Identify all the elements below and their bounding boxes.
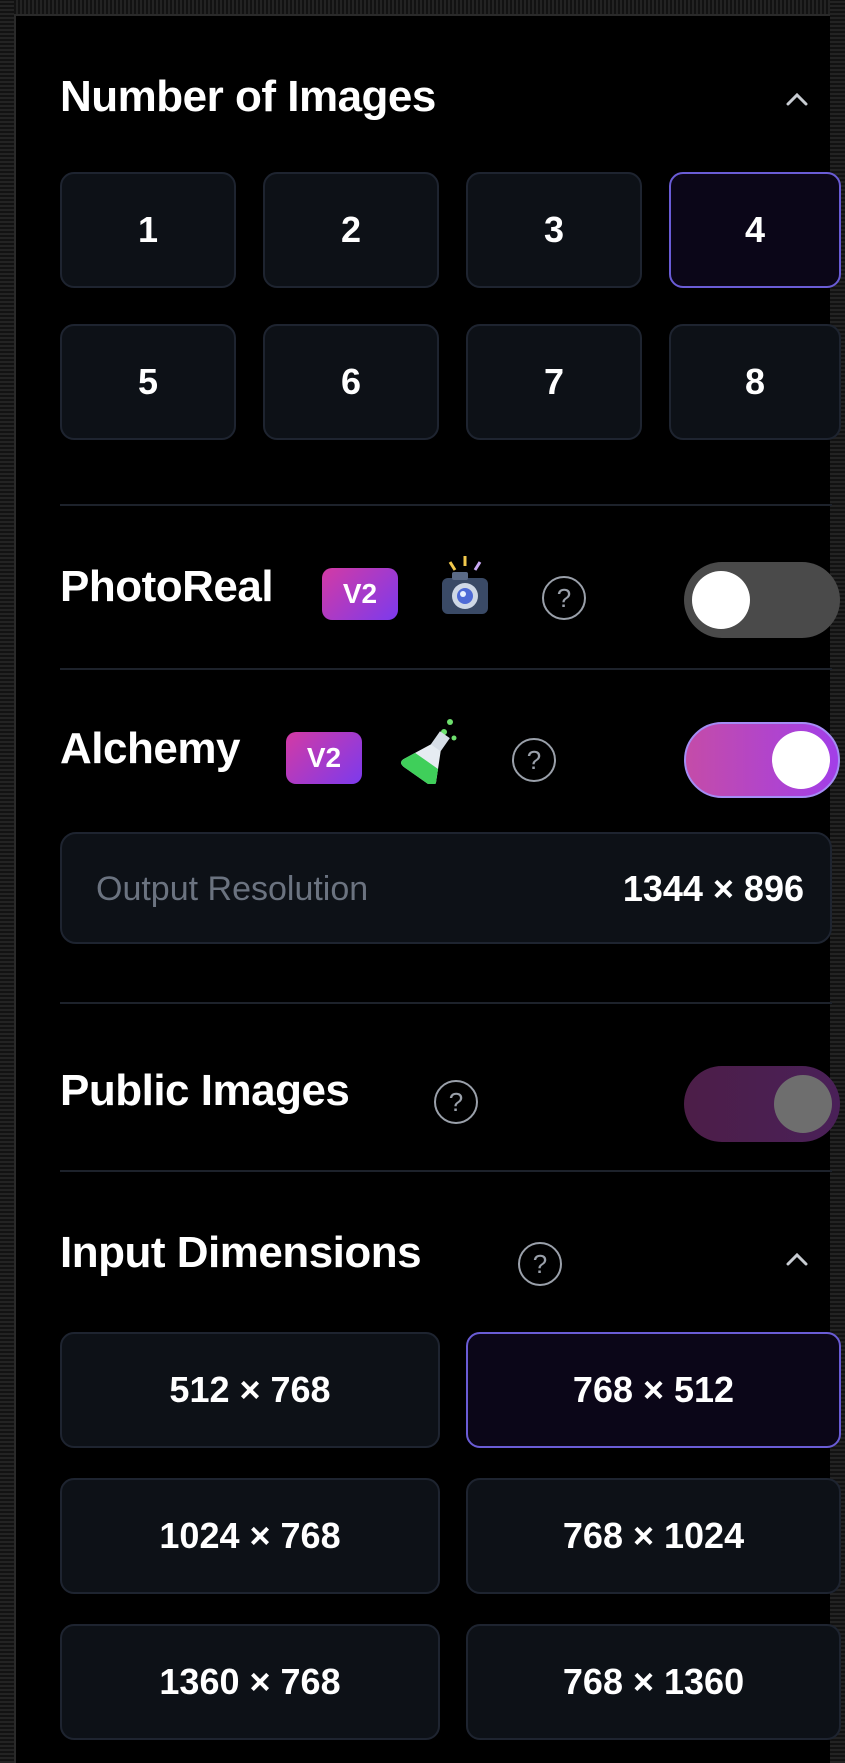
photoreal-v2-badge: V2 [322,568,398,620]
alchemy-label: Alchemy [60,724,240,773]
alchemy-help-icon[interactable]: ? [512,738,556,782]
screenshot-frame-top [0,0,845,14]
image-count-1-button[interactable]: 1 [60,172,236,288]
section-divider [60,1002,832,1004]
input-dimensions-title: Input Dimensions [60,1228,422,1277]
potion-flask-icon [400,716,460,789]
dimension-768x1360-button[interactable]: 768 × 1360 [466,1624,841,1740]
dimension-1024x768-button[interactable]: 1024 × 768 [60,1478,440,1594]
image-count-6-button[interactable]: 6 [263,324,439,440]
image-count-7-button[interactable]: 7 [466,324,642,440]
image-count-4-button[interactable]: 4 [669,172,841,288]
alchemy-toggle[interactable] [684,722,840,798]
photoreal-toggle-knob [692,571,750,629]
image-count-5-button[interactable]: 5 [60,324,236,440]
public-images-toggle[interactable] [684,1066,840,1142]
screenshot-frame-left [0,0,14,1763]
dimension-1360x768-button[interactable]: 1360 × 768 [60,1624,440,1740]
image-count-3-button[interactable]: 3 [466,172,642,288]
alchemy-v2-badge: V2 [286,732,362,784]
dimension-768x1024-button[interactable]: 768 × 1024 [466,1478,841,1594]
public-images-help-icon[interactable]: ? [434,1080,478,1124]
output-resolution-box: Output Resolution 1344 × 896 [60,832,832,944]
alchemy-toggle-knob [772,731,830,789]
public-images-label: Public Images [60,1066,350,1115]
photoreal-toggle[interactable] [684,562,840,638]
number-of-images-title: Number of Images [60,72,436,121]
dimension-512x768-button[interactable]: 512 × 768 [60,1332,440,1448]
section-divider [60,504,832,506]
public-images-toggle-knob [774,1075,832,1133]
output-resolution-value: 1344 × 896 [622,868,804,909]
input-dimensions-help-icon[interactable]: ? [518,1242,562,1286]
section-divider [60,668,832,670]
photoreal-label: PhotoReal [60,562,274,611]
image-count-2-button[interactable]: 2 [263,172,439,288]
dimension-768x512-button[interactable]: 768 × 512 [466,1332,841,1448]
settings-panel: Number of Images 1 2 3 4 5 6 7 8 PhotoRe… [14,14,841,1763]
collapse-input-dimensions-chevron-up-icon[interactable] [786,1252,808,1270]
section-divider [60,1170,832,1172]
photoreal-help-icon[interactable]: ? [542,576,586,620]
camera-sparkle-icon [438,554,492,625]
collapse-number-of-images-chevron-up-icon[interactable] [786,92,808,110]
output-resolution-label: Output Resolution [96,870,369,908]
image-count-8-button[interactable]: 8 [669,324,841,440]
